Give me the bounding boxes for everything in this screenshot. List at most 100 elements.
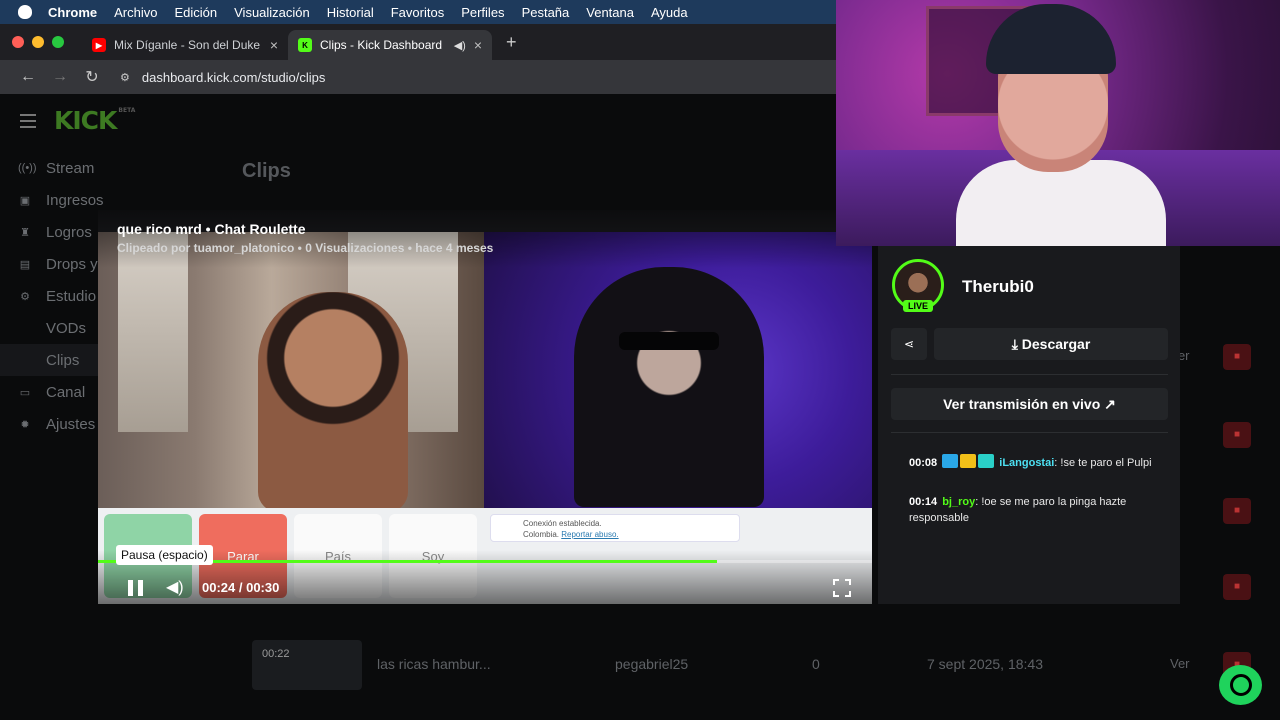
badge-icon: [978, 454, 995, 468]
volume-icon[interactable]: ◀): [166, 577, 184, 597]
reload-icon[interactable]: ↻: [76, 67, 108, 87]
browser-tab-youtube[interactable]: ▶ Mix Díganle - Son del Duke - ×: [82, 30, 288, 60]
menu-ventana[interactable]: Ventana: [586, 5, 634, 20]
clip-title[interactable]: las ricas hambur...: [377, 656, 491, 672]
delete-icon[interactable]: ■: [1223, 422, 1251, 448]
divider: [891, 432, 1168, 433]
share-icon: ⋖: [903, 337, 915, 351]
maximize-window-button[interactable]: [52, 36, 64, 48]
browser-tabbar: ▶ Mix Díganle - Son del Duke - × K Clips…: [0, 24, 836, 60]
menu-favoritos[interactable]: Favoritos: [391, 5, 444, 20]
badge-icon: [942, 454, 959, 468]
pause-tooltip: Pausa (espacio): [116, 545, 213, 565]
gear-icon: ✹: [20, 418, 30, 431]
streamer-name[interactable]: Therubi0: [962, 277, 1034, 297]
pause-icon[interactable]: [128, 580, 144, 596]
trophy-icon: ♜: [20, 226, 30, 239]
studio-icon: ⚙: [20, 290, 30, 303]
sidebar-item-label: Estudio: [46, 287, 97, 305]
delete-icon[interactable]: ■: [1223, 498, 1251, 524]
browser-toolbar: ← → ↻ ⚙ dashboard.kick.com/studio/clips: [0, 60, 836, 94]
video-frame-left: [98, 232, 484, 512]
avatar[interactable]: LIVE: [891, 259, 949, 312]
back-arrow-icon[interactable]: ←: [12, 68, 44, 86]
address-bar[interactable]: dashboard.kick.com/studio/clips: [142, 70, 326, 85]
tab-title: Mix Díganle - Son del Duke -: [114, 38, 262, 52]
player-top-overlay: [98, 210, 872, 268]
chat-timestamp: 00:08: [909, 457, 938, 469]
player-bottom-overlay: [98, 550, 872, 604]
menu-ayuda[interactable]: Ayuda: [651, 5, 688, 20]
menu-historial[interactable]: Historial: [327, 5, 374, 20]
download-button[interactable]: ⤓ Descargar: [934, 328, 1168, 360]
person-body-shape: [956, 160, 1166, 246]
hamburger-menu-icon[interactable]: [20, 114, 36, 132]
webcam-overlay: [836, 0, 1280, 246]
connection-text: Conexión establecida.: [523, 519, 602, 528]
site-settings-icon[interactable]: ⚙: [120, 71, 130, 84]
menu-edicion[interactable]: Edición: [174, 5, 217, 20]
close-window-button[interactable]: [12, 36, 24, 48]
logo-text: KICK: [54, 106, 117, 135]
speaker-icon[interactable]: ◀): [454, 39, 466, 52]
sidebar-item-label: Drops y: [46, 255, 98, 273]
sidebar-item-stream[interactable]: ((•)) Stream: [0, 152, 230, 184]
drop-icon: ▤: [19, 258, 31, 271]
close-tab-icon[interactable]: ×: [270, 37, 278, 53]
broadcast-icon: ((•)): [18, 162, 37, 174]
chat-timestamp: 00:14: [909, 496, 938, 508]
menu-perfiles[interactable]: Perfiles: [461, 5, 504, 20]
person-silhouette: [574, 267, 764, 507]
sidebar-item-label: Ajustes: [46, 415, 96, 433]
report-abuse-link: Reportar abuso.: [561, 530, 619, 539]
delete-icon[interactable]: ■: [1223, 574, 1251, 600]
chat-username[interactable]: iLangostai: [999, 457, 1054, 469]
mac-menubar: Chrome Archivo Edición Visualización His…: [0, 0, 836, 24]
playback-time: 00:24 / 00:30: [202, 580, 280, 595]
menubar-app-name[interactable]: Chrome: [48, 5, 97, 20]
live-badge: LIVE: [903, 300, 934, 312]
video-connection-box: Conexión establecida. Colombia. Reportar…: [490, 514, 740, 542]
connection-country: Colombia.: [523, 530, 560, 539]
money-icon: ▣: [19, 194, 31, 207]
sunglasses-shape: [619, 332, 719, 350]
person-silhouette: [258, 292, 408, 512]
menu-pestana[interactable]: Pestaña: [522, 5, 570, 20]
menu-archivo[interactable]: Archivo: [114, 5, 157, 20]
close-tab-icon[interactable]: ×: [474, 37, 482, 53]
progress-bar[interactable]: [98, 560, 872, 563]
chat-text: !se te paro el Pulpi: [1060, 457, 1152, 469]
download-label: Descargar: [1021, 336, 1091, 352]
clip-creator: pegabriel25: [615, 656, 689, 672]
fullscreen-icon[interactable]: [833, 579, 851, 597]
view-button[interactable]: Ver: [1170, 656, 1190, 671]
logo-badge: BETA: [118, 106, 136, 114]
minimize-window-button[interactable]: [32, 36, 44, 48]
menu-visualizacion[interactable]: Visualización: [234, 5, 310, 20]
browser-tab-kick[interactable]: K Clips - Kick Dashboard ◀) ×: [288, 30, 492, 60]
forward-arrow-icon[interactable]: →: [44, 68, 76, 86]
chat-username[interactable]: bj_roy: [942, 496, 975, 508]
delete-icon[interactable]: ■: [1223, 344, 1251, 370]
headset-icon: [1229, 674, 1252, 696]
watch-live-label: Ver transmisión en vivo: [943, 396, 1101, 412]
watch-live-button[interactable]: Ver transmisión en vivo ↗: [891, 388, 1168, 420]
apple-icon[interactable]: [18, 5, 32, 19]
share-button[interactable]: ⋖: [891, 328, 927, 360]
clip-info-panel: LIVE Therubi0 ⋖ ⤓ Descargar Ver transmis…: [878, 246, 1180, 604]
clip-meta: Clipeado por tuamor_platonico • 0 Visual…: [117, 241, 494, 255]
sidebar-item-label: Canal: [46, 383, 86, 401]
sidebar-item-label: Ingresos: [46, 191, 104, 209]
sidebar-item-label: Stream: [46, 159, 95, 177]
clip-views: 0: [812, 656, 820, 672]
kick-logo[interactable]: KICK BETA: [54, 106, 135, 135]
support-chat-button[interactable]: [1219, 665, 1262, 705]
youtube-icon: ▶: [92, 38, 106, 52]
divider: [891, 374, 1168, 375]
new-tab-button[interactable]: +: [506, 32, 517, 53]
chat-message: 00:14 bj_roy: !oe se me paro la pinga ha…: [909, 496, 1127, 524]
crown-badge-icon: [960, 454, 977, 468]
window-controls: [12, 36, 64, 48]
clip-video-player[interactable]: Parar País Soy Conexión establecida. Col…: [98, 210, 872, 604]
download-icon: ⤓: [1011, 336, 1022, 352]
